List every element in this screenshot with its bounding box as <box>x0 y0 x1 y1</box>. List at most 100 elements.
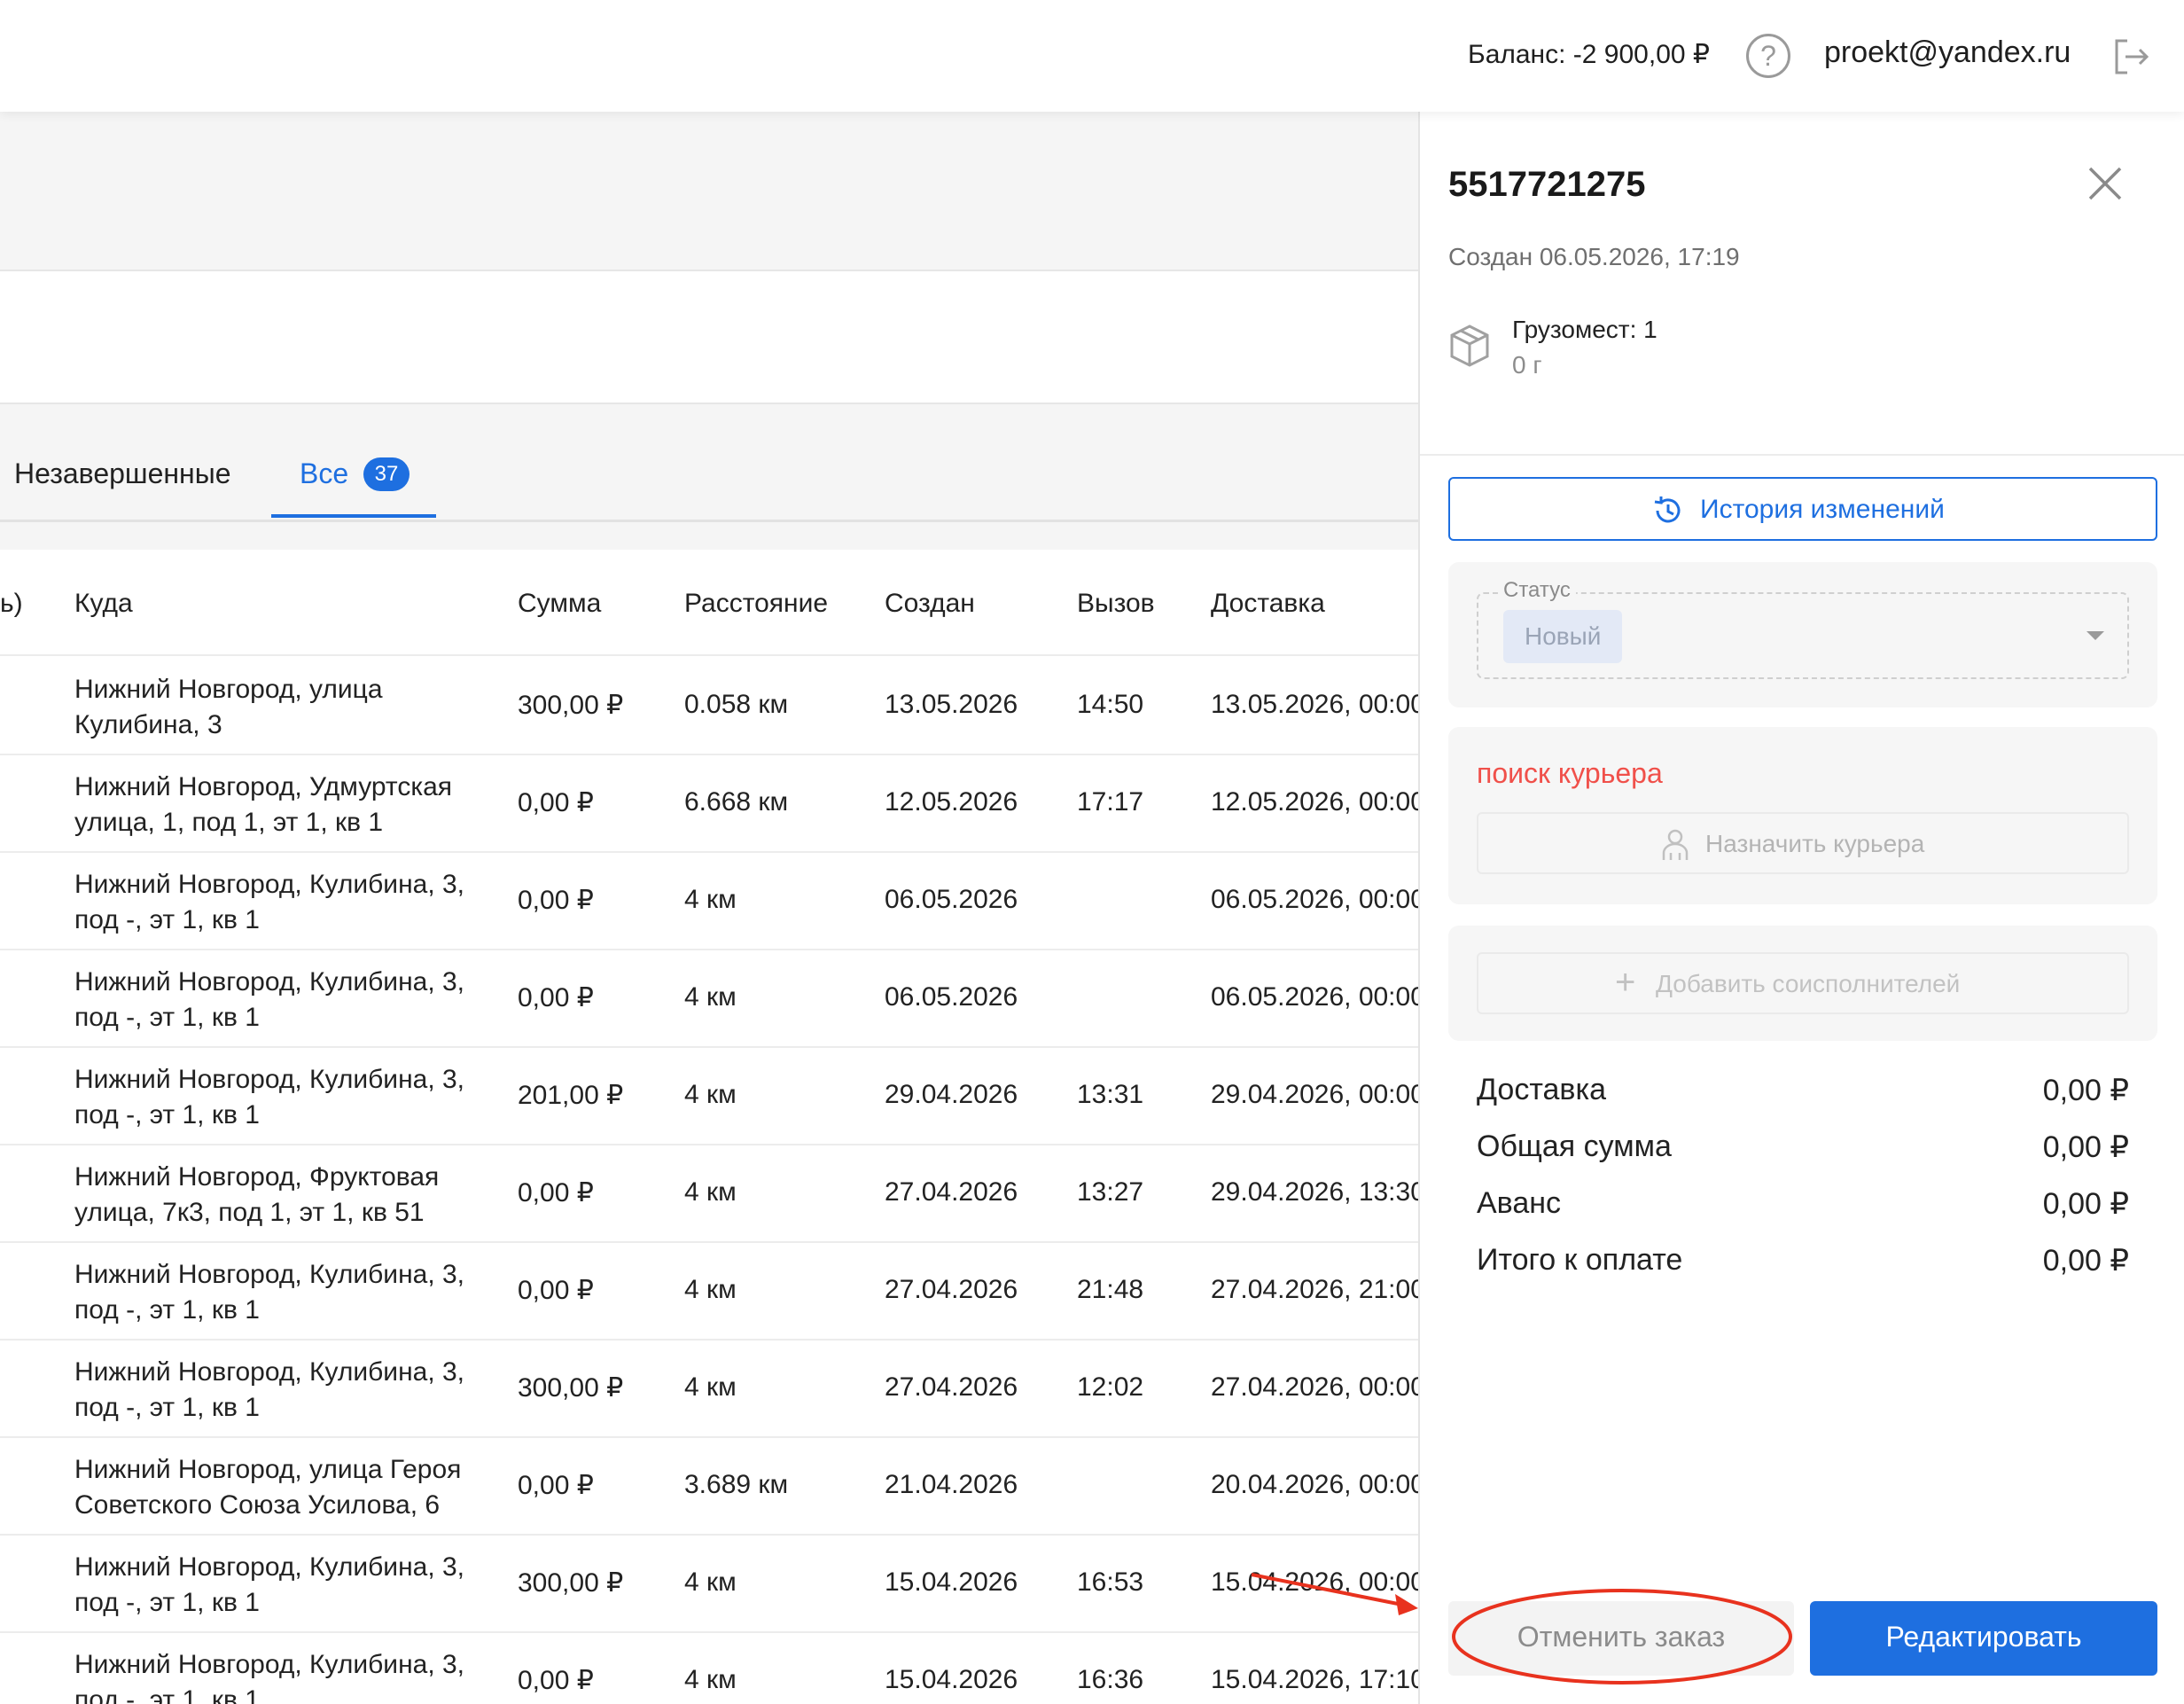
cell-created: 27.04.2026 <box>885 1372 1018 1402</box>
cell-distance: 4 км <box>684 982 737 1012</box>
column-header-call[interactable]: Вызов <box>1077 589 1155 619</box>
cell-call: 13:27 <box>1077 1177 1144 1207</box>
summary-label: Итого к оплате <box>1477 1243 1683 1277</box>
cargo-weight: 0 г <box>1512 351 1542 379</box>
question-circle-icon[interactable]: ? <box>1746 34 1790 78</box>
table-row[interactable]: Нижний Новгород, улица Кулибина, 3 300,00… <box>0 658 1425 755</box>
column-header-sum[interactable]: Сумма <box>518 589 601 619</box>
cell-call: 12:02 <box>1077 1372 1144 1402</box>
summary-row-advance: Аванс 0,00 ₽ <box>1477 1177 2129 1234</box>
assign-courier-button[interactable]: Назначить курьера <box>1477 812 2129 874</box>
status-select[interactable]: Статус Новый <box>1477 578 2129 679</box>
cell-delivery: 27.04.2026, 00:00 <box>1211 1372 1425 1402</box>
cell-distance: 4 км <box>684 1177 737 1207</box>
summary-row-total: Общая сумма 0,00 ₽ <box>1477 1121 2129 1177</box>
cell-delivery: 06.05.2026, 00:00 <box>1211 982 1425 1012</box>
cell-delivery: 15.04.2026, 17:10 <box>1211 1665 1425 1694</box>
table-row[interactable]: Нижний Новгород, Кулибина, 3, под -, эт … <box>0 950 1425 1048</box>
cell-created: 13.05.2026 <box>885 690 1018 719</box>
tabs-divider <box>0 520 1418 522</box>
cell-call: 13:31 <box>1077 1080 1144 1109</box>
summary-value: 0,00 ₽ <box>2042 1244 2129 1278</box>
edit-button-label: Редактировать <box>1885 1621 2082 1653</box>
filter-area <box>0 112 1418 271</box>
summary-value: 0,00 ₽ <box>2042 1187 2129 1221</box>
assign-courier-label: Назначить курьера <box>1705 830 1925 857</box>
history-button-label: История изменений <box>1700 495 1945 524</box>
cell-to: Нижний Новгород, Удмуртская улица, 1, по… <box>74 772 453 837</box>
history-button[interactable]: История изменений <box>1448 477 2157 541</box>
cell-created: 21.04.2026 <box>885 1470 1018 1499</box>
column-header-created[interactable]: Создан <box>885 589 975 619</box>
orders-main: Незавершенные Все 37 ь) Куда Сумма Расст… <box>0 112 1425 1704</box>
table-row[interactable]: Нижний Новгород, Кулибина, 3, под -, эт … <box>0 853 1425 950</box>
plus-icon: + <box>1615 963 1636 1002</box>
cell-created: 27.04.2026 <box>885 1177 1018 1207</box>
cell-sum: 0,00 ₽ <box>518 1471 594 1500</box>
coexecutors-card: + Добавить соисполнителей <box>1448 926 2157 1041</box>
cell-created: 15.04.2026 <box>885 1665 1018 1694</box>
status-card: Статус Новый <box>1448 562 2157 707</box>
tab-all-count-badge: 37 <box>363 457 410 491</box>
table-row[interactable]: Нижний Новгород, Удмуртская улица, 1, по… <box>0 755 1425 853</box>
summary-label: Аванс <box>1477 1186 1562 1220</box>
cell-sum: 0,00 ₽ <box>518 1276 594 1305</box>
cell-sum: 0,00 ₽ <box>518 1178 594 1208</box>
close-icon[interactable] <box>2083 161 2127 206</box>
cell-sum: 300,00 ₽ <box>518 691 624 720</box>
table-row[interactable]: Нижний Новгород, улица Героя Советского … <box>0 1438 1425 1536</box>
logout-icon[interactable] <box>2110 35 2152 78</box>
table-row[interactable]: Нижний Новгород, Кулибина, 3, под -, эт … <box>0 1536 1425 1633</box>
cell-created: 06.05.2026 <box>885 885 1018 914</box>
cell-call: 16:36 <box>1077 1665 1144 1694</box>
screen: Баланс: -2 900,00 ₽ ? proekt@yandex.ru Н… <box>0 0 2184 1704</box>
summary-label: Общая сумма <box>1477 1129 1672 1163</box>
order-summary: Доставка 0,00 ₽ Общая сумма 0,00 ₽ Аванс… <box>1477 1064 2129 1291</box>
table-row[interactable]: Нижний Новгород, Кулибина, 3, под -, эт … <box>0 1048 1425 1145</box>
cell-delivery: 13.05.2026, 00:00 <box>1211 690 1425 719</box>
column-header-cut: ь) <box>0 589 23 618</box>
cell-distance: 4 км <box>684 1372 737 1402</box>
cell-distance: 6.668 км <box>684 787 789 817</box>
cell-created: 12.05.2026 <box>885 787 1018 817</box>
cell-distance: 4 км <box>684 1665 737 1694</box>
cell-to: Нижний Новгород, Кулибина, 3, под -, эт … <box>74 1650 465 1704</box>
order-id: 5517721275 <box>1448 165 1646 204</box>
summary-label: Доставка <box>1477 1073 1607 1106</box>
order-created-date: Создан 06.05.2026, 17:19 <box>1448 243 1740 270</box>
cell-to: Нижний Новгород, Кулибина, 3, под -, эт … <box>74 870 465 934</box>
table-row[interactable]: Нижний Новгород, Кулибина, 3, под -, эт … <box>0 1633 1425 1704</box>
table-row[interactable]: Нижний Новгород, Фруктовая улица, 7к3, п… <box>0 1145 1425 1243</box>
edit-button[interactable]: Редактировать <box>1810 1601 2157 1676</box>
status-legend: Статус <box>1498 578 1576 603</box>
summary-value: 0,00 ₽ <box>2042 1130 2129 1164</box>
table-row[interactable]: Нижний Новгород, Кулибина, 3, под -, эт … <box>0 1243 1425 1341</box>
cell-to: Нижний Новгород, Кулибина, 3, под -, эт … <box>74 1065 465 1129</box>
package-icon <box>1450 324 1489 367</box>
table-row[interactable]: Нижний Новгород, Кулибина, 3, под -, эт … <box>0 1341 1425 1438</box>
cell-sum: 0,00 ₽ <box>518 886 594 915</box>
cell-distance: 0.058 км <box>684 690 789 719</box>
cell-to: Нижний Новгород, Кулибина, 3, под -, эт … <box>74 1357 465 1422</box>
cell-to: Нижний Новгород, Кулибина, 3, под -, эт … <box>74 967 465 1032</box>
cancel-order-button[interactable]: Отменить заказ <box>1448 1601 1794 1676</box>
cell-sum: 0,00 ₽ <box>518 788 594 817</box>
user-email[interactable]: proekt@yandex.ru <box>1824 35 2071 70</box>
column-header-delivery[interactable]: Доставка <box>1211 589 1325 619</box>
cell-call: 14:50 <box>1077 690 1144 719</box>
cell-sum: 201,00 ₽ <box>518 1081 624 1110</box>
tab-all[interactable]: Все 37 <box>271 443 436 518</box>
column-header-to[interactable]: Куда <box>74 589 133 619</box>
cell-to: Нижний Новгород, улица Кулибина, 3 <box>74 675 383 739</box>
add-coexecutors-label: Добавить соисполнителей <box>1656 970 1961 997</box>
summary-row-to-pay: Итого к оплате 0,00 ₽ <box>1477 1234 2129 1291</box>
column-header-distance[interactable]: Расстояние <box>684 589 828 619</box>
tab-incomplete[interactable]: Незавершенные <box>14 457 231 490</box>
cell-delivery: 20.04.2026, 00:00 <box>1211 1470 1425 1499</box>
cancel-order-label: Отменить заказ <box>1517 1621 1726 1653</box>
cell-delivery: 12.05.2026, 00:00 <box>1211 787 1425 817</box>
cell-call: 17:17 <box>1077 787 1144 817</box>
add-coexecutors-button[interactable]: + Добавить соисполнителей <box>1477 952 2129 1014</box>
tab-all-label: Все <box>300 457 349 489</box>
toolbar-area <box>0 273 1418 404</box>
